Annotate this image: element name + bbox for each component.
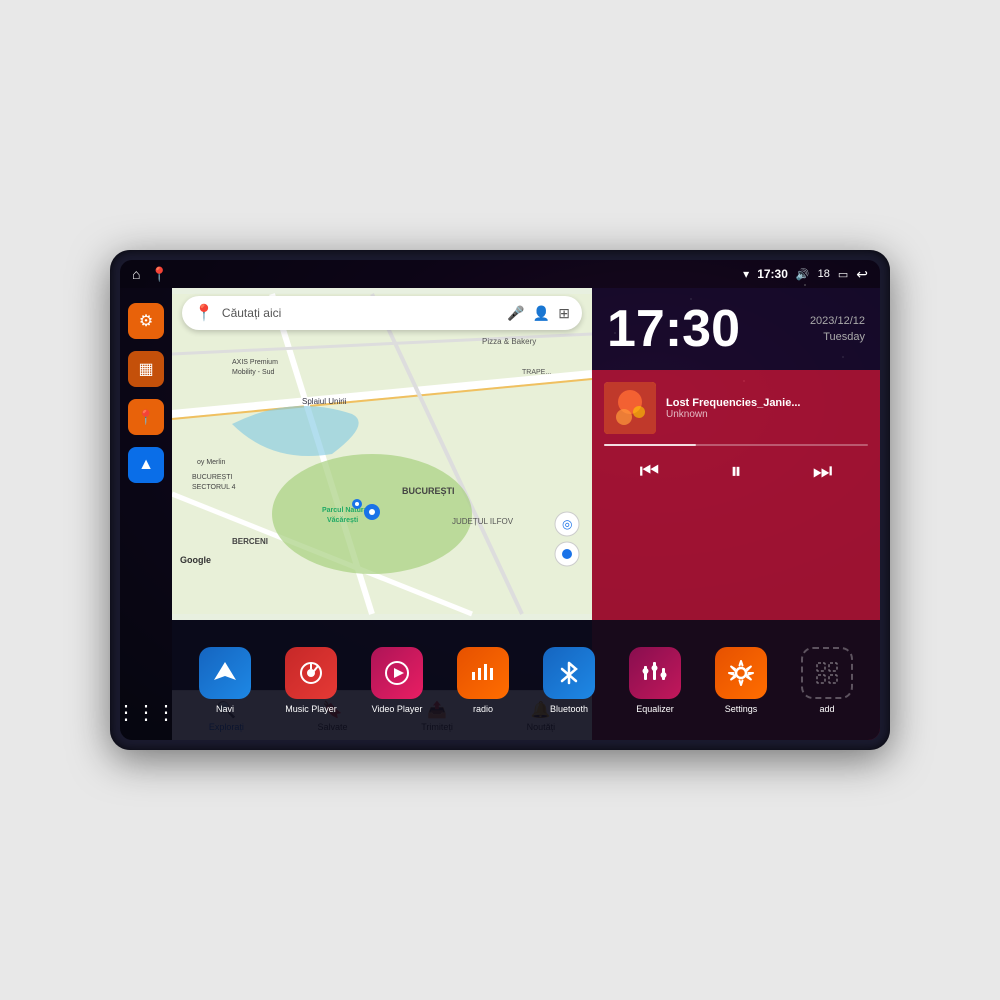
app-music-player[interactable]: Music Player [276, 647, 346, 714]
home-icon[interactable]: ⌂ [132, 266, 140, 282]
battery-level: 18 [818, 268, 830, 280]
layers-icon[interactable]: ⊞ [558, 305, 570, 322]
svg-text:Mobility - Sud: Mobility - Sud [232, 369, 275, 376]
music-info: Lost Frequencies_Janie... Unknown [604, 382, 868, 434]
map-search-text: Căutați aici [222, 306, 499, 320]
svg-text:BUCUREȘTI: BUCUREȘTI [402, 486, 455, 496]
clock-date: 2023/12/12 Tuesday [810, 313, 865, 346]
map-search-bar[interactable]: 📍 Căutați aici 🎤 👤 ⊞ [182, 296, 582, 330]
bluetooth-icon [543, 647, 595, 699]
device-screen: ⌂ 📍 ▾ 17:30 🔊 18 ▭ ↩ ⚙ ▦ 📍 [120, 260, 880, 740]
left-sidebar: ⚙ ▦ 📍 ▲ ⋮⋮⋮ [120, 288, 172, 740]
svg-text:SECTORUL 4: SECTORUL 4 [192, 484, 236, 491]
map-icon[interactable]: 📍 [150, 266, 167, 283]
day-value: Tuesday [810, 329, 865, 346]
bluetooth-label: Bluetooth [550, 704, 588, 714]
account-icon[interactable]: 👤 [533, 305, 550, 322]
status-time: 17:30 [757, 267, 788, 281]
settings-app-label: Settings [725, 704, 758, 714]
radio-icon [457, 647, 509, 699]
prev-button[interactable]: ⏮ [640, 458, 660, 484]
svg-text:TRAPE...: TRAPE... [522, 369, 551, 376]
svg-text:◎: ◎ [562, 517, 572, 531]
nav-arrow-icon: ▲ [138, 456, 154, 474]
video-player-icon [371, 647, 423, 699]
navi-label: Navi [216, 704, 234, 714]
clock-time: 17:30 [607, 303, 740, 355]
music-artist: Unknown [666, 409, 868, 420]
album-art [604, 382, 656, 434]
app-settings[interactable]: Settings [706, 647, 776, 714]
battery-icon: ▭ [838, 268, 848, 281]
svg-text:BERCENI: BERCENI [232, 537, 268, 546]
app-navi[interactable]: Navi [190, 647, 260, 714]
video-player-label: Video Player [372, 704, 423, 714]
music-player-label: Music Player [285, 704, 337, 714]
svg-text:oy Merlin: oy Merlin [197, 459, 226, 466]
status-bar-right: ▾ 17:30 🔊 18 ▭ ↩ [743, 266, 868, 283]
status-bar: ⌂ 📍 ▾ 17:30 🔊 18 ▭ ↩ [120, 260, 880, 288]
sidebar-settings-button[interactable]: ⚙ [128, 303, 164, 339]
clock-section: 17:30 2023/12/12 Tuesday [592, 288, 880, 370]
volume-icon: 🔊 [796, 268, 810, 281]
music-controls: ⏮ ⏸ ⏭ [604, 458, 868, 484]
add-label: add [819, 704, 834, 714]
svg-text:Pizza & Bakery: Pizza & Bakery [482, 337, 536, 346]
music-player-icon [285, 647, 337, 699]
svg-text:Văcărești: Văcărești [327, 517, 358, 524]
status-bar-left: ⌂ 📍 [132, 266, 168, 283]
grid-icon: ⋮⋮⋮ [120, 700, 176, 725]
back-icon[interactable]: ↩ [856, 266, 868, 283]
settings-app-icon [715, 647, 767, 699]
map-pin-icon: 📍 [137, 409, 154, 426]
settings-icon: ⚙ [139, 311, 153, 331]
car-head-unit: ⌂ 📍 ▾ 17:30 🔊 18 ▭ ↩ ⚙ ▦ 📍 [110, 250, 890, 750]
sidebar-nav-button[interactable]: ▲ [128, 447, 164, 483]
date-value: 2023/12/12 [810, 313, 865, 330]
app-grid: Navi Music Player [172, 620, 880, 740]
app-radio[interactable]: radio [448, 647, 518, 714]
music-progress-bar[interactable] [604, 444, 868, 446]
wifi-icon: ▾ [743, 267, 749, 281]
equalizer-label: Equalizer [636, 704, 674, 714]
app-equalizer[interactable]: Equalizer [620, 647, 690, 714]
radio-label: radio [473, 704, 493, 714]
equalizer-icon [629, 647, 681, 699]
map-container[interactable]: 📍 Căutați aici 🎤 👤 ⊞ [172, 288, 592, 620]
svg-text:BUCUREȘTI: BUCUREȘTI [192, 474, 233, 481]
music-progress-fill [604, 444, 696, 446]
google-logo: Google [180, 555, 211, 565]
app-video-player[interactable]: Video Player [362, 647, 432, 714]
google-pin-icon: 📍 [194, 303, 214, 323]
map-svg: BUCUREȘTI JUDEȚUL ILFOV BERCENI BUCUREȘT… [172, 288, 592, 620]
music-text: Lost Frequencies_Janie... Unknown [666, 397, 868, 420]
sidebar-map-button[interactable]: 📍 [128, 399, 164, 435]
app-add[interactable]: add [792, 647, 862, 714]
pause-button[interactable]: ⏸ [730, 458, 741, 484]
microphone-icon[interactable]: 🎤 [507, 305, 524, 322]
svg-text:Parcul Natural: Parcul Natural [322, 507, 370, 514]
next-button[interactable]: ⏭ [813, 458, 833, 484]
svg-text:Splaiul Unirii: Splaiul Unirii [302, 397, 347, 406]
music-title: Lost Frequencies_Janie... [666, 397, 868, 409]
navi-icon [199, 647, 251, 699]
svg-text:AXIS Premium: AXIS Premium [232, 359, 278, 366]
sidebar-grid-button[interactable]: ⋮⋮⋮ [128, 694, 164, 730]
app-bluetooth[interactable]: Bluetooth [534, 647, 604, 714]
svg-text:JUDEȚUL ILFOV: JUDEȚUL ILFOV [452, 517, 514, 526]
map-search-icons: 🎤 👤 ⊞ [507, 305, 570, 322]
sidebar-folder-button[interactable]: ▦ [128, 351, 164, 387]
add-icon [801, 647, 853, 699]
folder-icon: ▦ [138, 359, 153, 379]
